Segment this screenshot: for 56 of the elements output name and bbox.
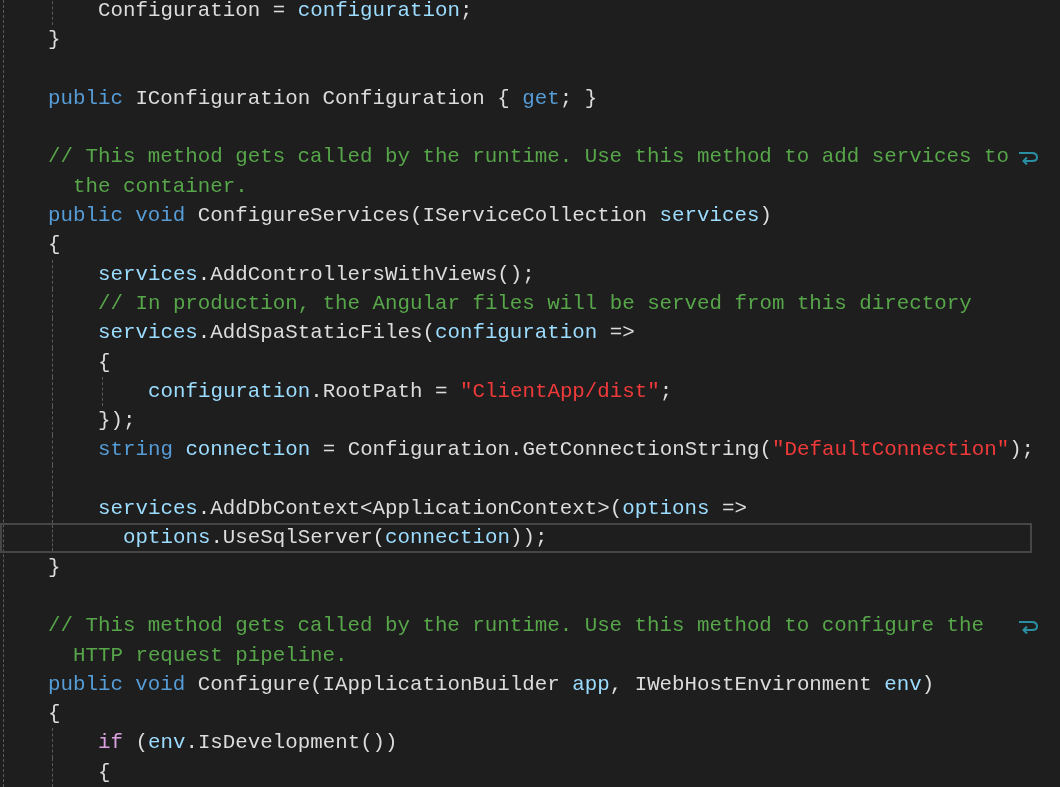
code-text: IConfiguration Configuration { xyxy=(135,85,510,112)
code-text: ConfigureServices(IServiceCollection xyxy=(197,203,648,230)
code-identifier: services xyxy=(98,261,198,288)
code-text: } xyxy=(48,27,61,54)
code-identifier: configuration xyxy=(434,320,598,347)
code-text: }); xyxy=(98,408,136,435)
code-text: .IsDevelopment()) xyxy=(185,730,398,757)
code-text: Configure(IApplicationBuilder xyxy=(197,671,560,698)
code-comment: the container. xyxy=(73,173,248,200)
code-text: )); xyxy=(509,525,548,551)
code-text: .RootPath = xyxy=(310,378,448,405)
code-identifier: env xyxy=(147,730,186,757)
code-keyword: get xyxy=(522,85,560,112)
code-identifier: configuration xyxy=(297,0,460,24)
code-text: .AddSpaStaticFiles( xyxy=(197,320,435,347)
code-identifier: connection xyxy=(385,525,510,551)
code-identifier: configuration xyxy=(148,378,311,405)
code-comment: // This method gets called by the runtime. Use this method to configure the xyxy=(48,613,984,640)
code-text: = Configuration.GetConnectionString( xyxy=(322,437,772,464)
code-text: .AddControllersWithViews(); xyxy=(197,261,535,288)
code-keyword: if xyxy=(98,730,123,757)
code-string: "ClientApp/dist" xyxy=(460,378,660,405)
code-text: ); xyxy=(1009,437,1035,464)
code-text: ; xyxy=(659,378,673,405)
code-identifier: options xyxy=(123,525,211,551)
code-identifier: connection xyxy=(185,437,311,464)
code-text: } xyxy=(48,554,61,581)
code-text: { xyxy=(48,232,61,259)
code-text: , IWebHostEnvironment xyxy=(609,671,872,698)
code-comment: // In production, the Angular files will be served from this directory xyxy=(98,290,972,317)
code-text: => xyxy=(609,320,635,347)
code-keyword: public void xyxy=(48,671,186,698)
code-comment: HTTP request pipeline. xyxy=(73,642,348,669)
code-identifier: app xyxy=(572,671,610,698)
code-identifier: services xyxy=(98,320,198,347)
code-text: ) xyxy=(759,203,772,230)
code-keyword: string xyxy=(98,437,173,464)
code-text: ) xyxy=(921,671,935,698)
code-text: ; xyxy=(459,0,473,24)
code-text: ; } xyxy=(559,85,598,112)
code-text: { xyxy=(48,701,61,728)
code-text: { xyxy=(98,349,111,376)
code-identifier: services xyxy=(98,496,198,523)
code-comment: // This method gets called by the runtime. Use this method to add services to xyxy=(48,144,1009,171)
code-text: .UseSqlServer( xyxy=(210,525,386,551)
code-identifier: env xyxy=(884,671,922,698)
code-keyword: public xyxy=(48,85,123,112)
code-text: .AddDbContext<ApplicationContext>( xyxy=(197,496,623,523)
code-string: "DefaultConnection" xyxy=(772,437,1010,464)
code-text: => xyxy=(722,496,747,523)
code-identifier: services xyxy=(659,203,760,230)
code-text: Configuration = xyxy=(98,0,286,24)
code-keyword: public void xyxy=(48,203,186,230)
code-text: ( xyxy=(135,730,148,757)
code-identifier: options xyxy=(622,496,710,523)
code-text: { xyxy=(98,759,111,786)
